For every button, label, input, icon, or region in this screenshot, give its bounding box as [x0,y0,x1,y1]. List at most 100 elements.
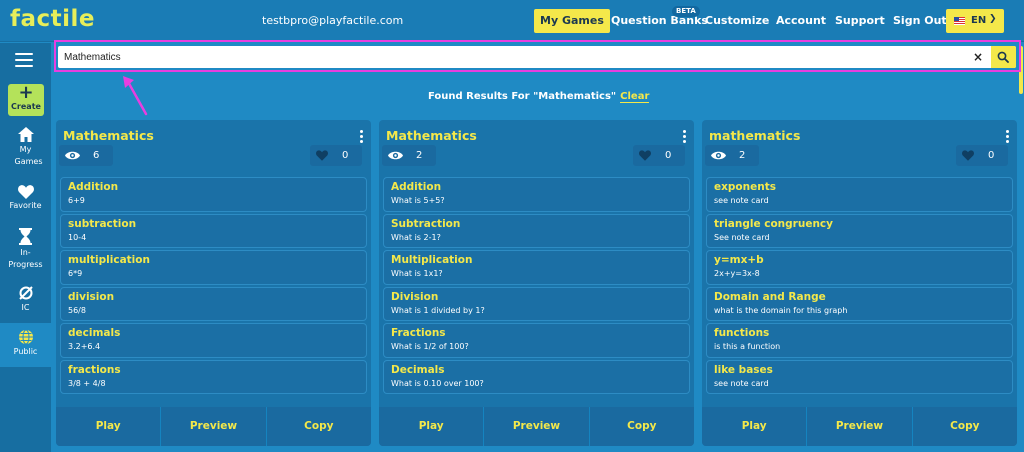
annotation-arrow-icon [123,76,148,116]
category-title: fractions [68,363,121,376]
category-list: Addition What is 5+5? Subtraction What is 2… [383,177,690,396]
list-item: decimals 3.2+6.4 [60,323,367,358]
category-title: like bases [714,363,773,376]
views-count: 6 [59,145,113,166]
play-button[interactable]: Play [379,407,485,446]
category-sample: What is 5+5? [391,196,445,205]
nav-sign-out-link[interactable]: Sign Out [893,9,947,33]
ic-loop-icon [18,286,33,300]
eye-icon [711,151,726,160]
clear-search-icon[interactable]: × [973,49,983,65]
views-value: 2 [416,150,423,161]
top-nav-bar: factile testbpro@playfactile.com My Game… [0,0,1024,42]
copy-button[interactable]: Copy [589,407,694,446]
views-count: 2 [705,145,759,166]
list-item: Fractions What is 1/2 of 100? [383,323,690,358]
list-item: functions is this a function [706,323,1013,358]
play-button[interactable]: Play [702,407,808,446]
game-title[interactable]: Mathematics [386,128,477,143]
copy-button[interactable]: Copy [266,407,371,446]
search-bar: × [58,46,1016,68]
search-button[interactable] [991,46,1016,68]
category-list: Addition 6+9 subtraction 10-4 multiplication… [60,177,367,396]
game-title[interactable]: mathematics [709,128,800,143]
list-item: Decimals What is 0.10 over 100? [383,359,690,394]
sidebar-item-favorite[interactable]: Favorite [0,185,51,210]
sidebar-item-my-games[interactable]: My Games [0,127,51,168]
category-title: multiplication [68,254,150,266]
nav-customize-link[interactable]: Customize [705,9,769,33]
category-title: Addition [68,181,119,193]
left-sidebar: + Create My Games Favorite In-Progress I… [0,43,51,452]
more-options-icon[interactable] [683,130,686,145]
category-sample: What is 1 divided by 1? [391,305,485,315]
views-count: 2 [382,145,436,166]
preview-button[interactable]: Preview [807,407,913,446]
eye-icon [388,151,403,160]
page-scrollbar-track[interactable] [1018,44,1024,452]
copy-button[interactable]: Copy [912,407,1017,446]
category-sample: 3.2+6.4 [68,342,101,351]
likes-count[interactable]: 0 [310,145,362,166]
heart-icon [17,185,34,199]
list-item: like bases see note card [706,359,1013,394]
more-options-icon[interactable] [360,130,363,145]
category-sample: What is 0.10 over 100? [391,378,484,388]
list-item: Addition 6+9 [60,177,367,212]
category-sample: What is 2-1? [391,232,441,242]
nav-account-link[interactable]: Account [776,9,826,33]
category-sample: 56/8 [68,305,86,315]
sidebar-item-label: IC [21,303,30,312]
category-title: subtraction [68,217,137,230]
category-sample: 2x+y=3x-8 [714,269,760,278]
category-title: Division [391,290,439,303]
card-actions: Play Preview Copy [56,407,371,446]
search-results-summary: Found Results For "Mathematics" Clear [428,91,650,103]
category-sample: see note card [714,378,769,388]
category-sample: See note card [714,232,770,242]
nav-support-link[interactable]: Support [835,9,885,33]
heart-icon [316,150,328,161]
category-sample: 3/8 + 4/8 [68,378,106,388]
likes-count[interactable]: 0 [633,145,685,166]
likes-count[interactable]: 0 [956,145,1008,166]
sidebar-item-label: My Games [14,145,43,166]
preview-button[interactable]: Preview [161,407,267,446]
search-input[interactable] [64,48,944,66]
category-sample: 6+9 [68,196,85,205]
category-title: Multiplication [391,254,473,266]
results-text: Found Results For "Mathematics" [428,91,617,102]
list-item: subtraction 10-4 [60,213,367,248]
preview-button[interactable]: Preview [484,407,590,446]
list-item: fractions 3/8 + 4/8 [60,359,367,394]
category-sample: 10-4 [68,232,87,242]
category-list: exponents see note card triangle congruenc… [706,177,1013,396]
search-icon [997,51,1009,63]
globe-icon [18,329,33,345]
likes-value: 0 [665,150,672,161]
create-label: Create [11,102,41,111]
sidebar-item-in-progress[interactable]: In-Progress [0,228,51,271]
likes-value: 0 [342,150,349,161]
category-sample: What is 1x1? [391,269,443,278]
us-flag-icon [954,17,965,25]
clear-results-link[interactable]: Clear [620,91,650,103]
home-icon [17,127,34,142]
category-title: exponents [714,181,776,193]
plus-icon: + [18,82,34,103]
sidebar-item-ic[interactable]: IC [0,285,51,312]
heart-icon [639,150,651,161]
language-selector[interactable]: EN ❯ [946,9,1004,33]
category-title: division [68,290,115,303]
play-button[interactable]: Play [56,407,162,446]
more-options-icon[interactable] [1006,130,1009,145]
category-title: y=mx+b [714,254,764,266]
sidebar-item-public[interactable]: Public [0,323,51,367]
factile-logo[interactable]: factile [10,6,95,32]
hamburger-menu-icon[interactable] [15,53,33,71]
create-button[interactable]: + Create [8,84,44,116]
nav-my-games-button[interactable]: My Games [534,9,610,33]
category-sample: 6*9 [68,269,83,278]
game-title[interactable]: Mathematics [63,128,154,143]
category-title: Decimals [391,363,445,376]
